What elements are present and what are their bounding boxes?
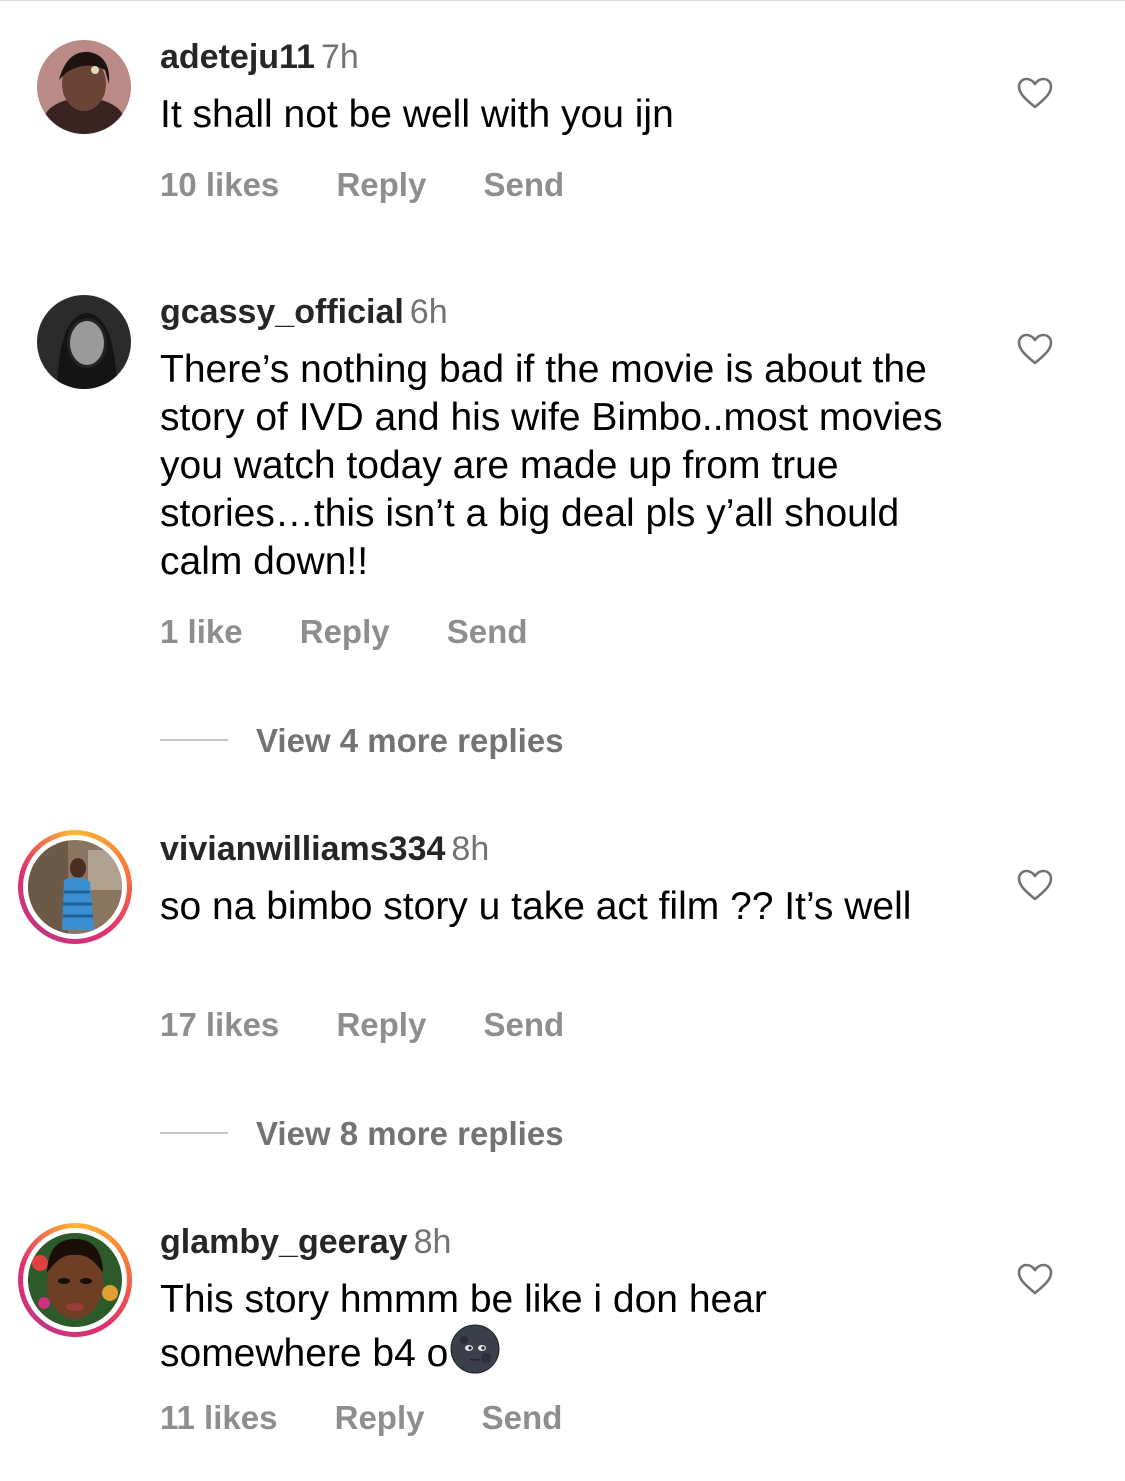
divider-dash bbox=[160, 1132, 228, 1135]
avatar-story-ring[interactable] bbox=[18, 830, 132, 944]
comment-time: 6h bbox=[409, 293, 448, 331]
avatar[interactable] bbox=[37, 295, 131, 389]
top-divider bbox=[0, 0, 1125, 1]
send-button[interactable]: Send bbox=[482, 1399, 563, 1436]
comment-text: This story hmmm be like i don hear somew… bbox=[160, 1278, 767, 1375]
comment-username[interactable]: glamby_geeray 8h bbox=[160, 1223, 451, 1262]
likes-count[interactable]: 11 likes bbox=[160, 1399, 277, 1436]
heart-icon[interactable] bbox=[1016, 868, 1054, 902]
likes-count[interactable]: 17 likes bbox=[160, 1006, 279, 1043]
likes-count[interactable]: 1 like bbox=[160, 613, 243, 650]
comment-username[interactable]: vivianwilliams334 8h bbox=[160, 830, 489, 869]
comment-username[interactable]: gcassy_official 6h bbox=[160, 293, 448, 332]
comment-text: so na bimbo story u take act film ?? It’… bbox=[160, 885, 912, 928]
comment-time: 8h bbox=[413, 1223, 452, 1261]
new-moon-face-emoji-icon bbox=[450, 1324, 500, 1374]
comment-text: There’s nothing bad if the movie is abou… bbox=[160, 348, 943, 583]
avatar bbox=[28, 1233, 122, 1327]
heart-icon[interactable] bbox=[1016, 76, 1054, 110]
view-replies-button[interactable]: View 4 more replies bbox=[160, 722, 564, 762]
reply-button[interactable]: Reply bbox=[336, 166, 426, 203]
heart-icon[interactable] bbox=[1016, 1262, 1054, 1296]
avatar[interactable] bbox=[37, 40, 131, 134]
reply-button[interactable]: Reply bbox=[335, 1399, 425, 1436]
send-button[interactable]: Send bbox=[484, 166, 565, 203]
send-button[interactable]: Send bbox=[484, 1006, 565, 1043]
avatar-story-ring[interactable] bbox=[18, 1223, 132, 1337]
view-replies-button[interactable]: View 8 more replies bbox=[160, 1115, 564, 1155]
avatar bbox=[28, 840, 122, 934]
comment-time: 7h bbox=[320, 38, 359, 76]
divider-dash bbox=[160, 739, 228, 742]
reply-button[interactable]: Reply bbox=[300, 613, 390, 650]
comment-time: 8h bbox=[451, 830, 490, 868]
send-button[interactable]: Send bbox=[447, 613, 528, 650]
comment-text: It shall not be well with you ijn bbox=[160, 93, 674, 136]
comment-username[interactable]: adeteju11 7h bbox=[160, 38, 359, 77]
reply-button[interactable]: Reply bbox=[336, 1006, 426, 1043]
heart-icon[interactable] bbox=[1016, 332, 1054, 366]
likes-count[interactable]: 10 likes bbox=[160, 166, 279, 203]
